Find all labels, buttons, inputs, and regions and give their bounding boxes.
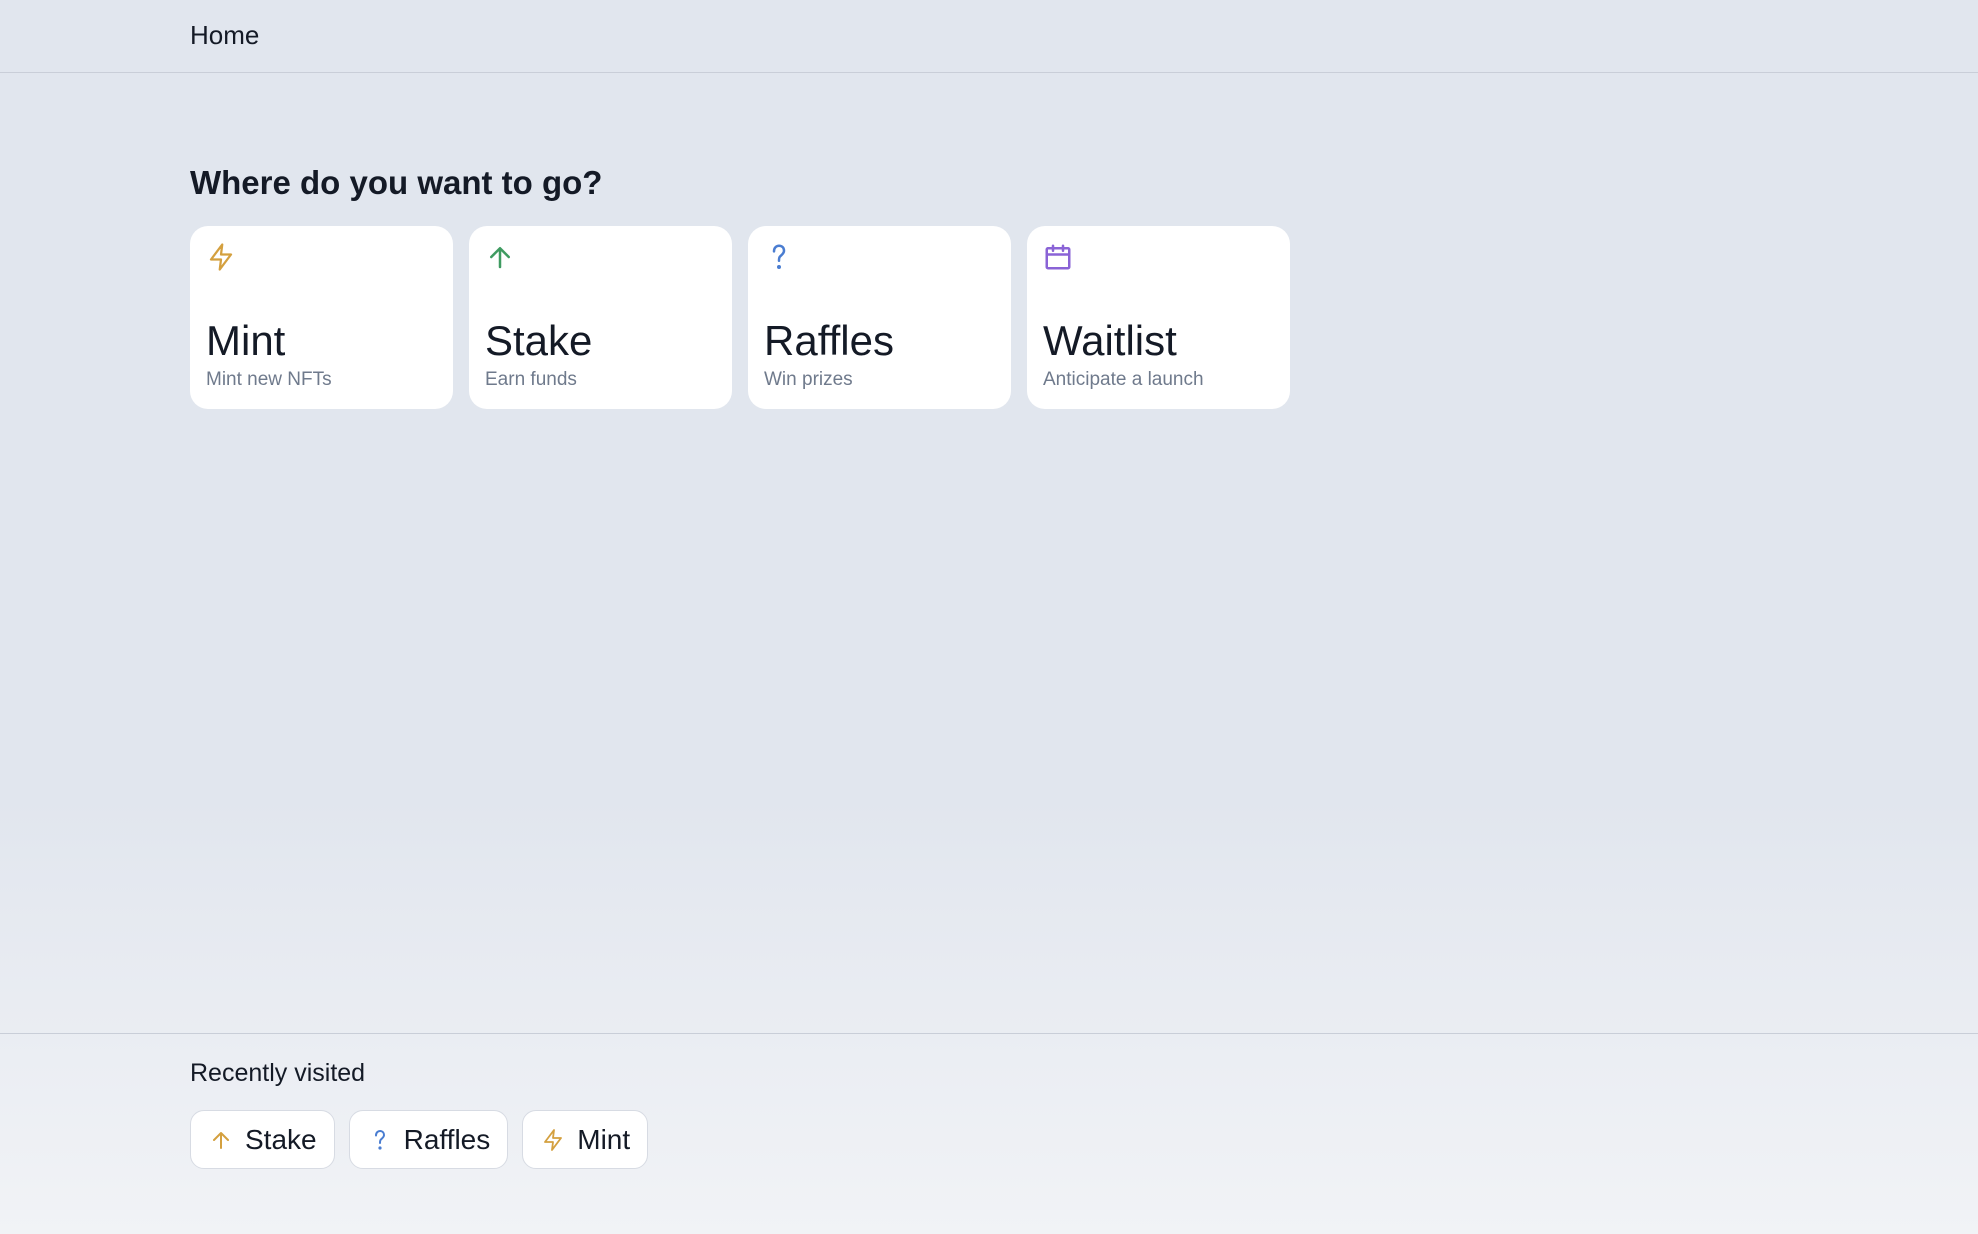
recent-item-label: Mint (577, 1123, 631, 1155)
card-title: Waitlist (1043, 317, 1177, 364)
card-subtitle: Win prizes (764, 369, 853, 390)
recent-item-label: Stake (245, 1123, 317, 1155)
lightning-bolt-icon (206, 242, 236, 272)
waitlist-card[interactable]: Waitlist Anticipate a launch (1027, 226, 1290, 409)
lightning-bolt-icon (541, 1128, 565, 1152)
divider (0, 1033, 1978, 1034)
section-heading: Where do you want to go? (190, 164, 603, 201)
card-title: Mint (206, 317, 286, 364)
recent-item-label: Raffles (403, 1123, 491, 1155)
arrow-up-icon (485, 242, 515, 272)
card-title: Raffles (764, 317, 894, 364)
card-title: Stake (485, 317, 593, 364)
recently-visited-heading: Recently visited (190, 1059, 366, 1087)
top-bar: Home (0, 0, 1978, 73)
raffles-card[interactable]: Raffles Win prizes (748, 226, 1011, 409)
question-mark-icon (764, 242, 794, 272)
recently-visited-list: Stake Raffles Mint (190, 1110, 649, 1169)
question-mark-icon (368, 1128, 392, 1152)
calendar-icon (1043, 242, 1073, 272)
destination-cards: Mint Mint new NFTs Stake Earn funds Raff… (190, 226, 1290, 409)
card-subtitle: Earn funds (485, 369, 577, 390)
arrow-up-icon (209, 1128, 233, 1152)
page-title: Home (190, 20, 260, 50)
recent-item-mint[interactable]: Mint (522, 1110, 649, 1169)
recent-item-raffles[interactable]: Raffles (348, 1110, 509, 1169)
card-subtitle: Mint new NFTs (206, 369, 332, 390)
mint-card[interactable]: Mint Mint new NFTs (190, 226, 453, 409)
recent-item-stake[interactable]: Stake (190, 1110, 335, 1169)
card-subtitle: Anticipate a launch (1043, 369, 1204, 390)
stake-card[interactable]: Stake Earn funds (469, 226, 732, 409)
